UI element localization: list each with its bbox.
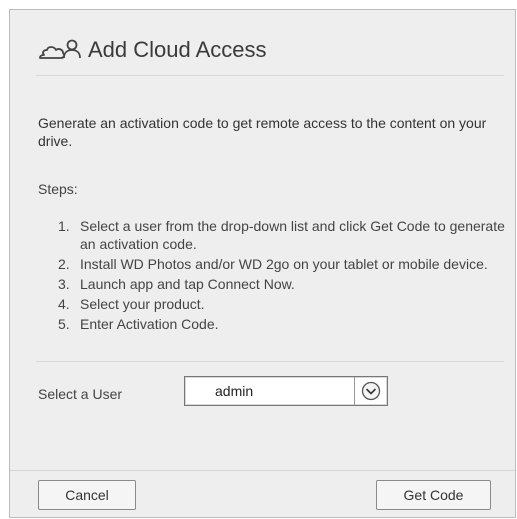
- step-number: 3.: [58, 276, 70, 292]
- steps-list: 1. Select a user from the drop-down list…: [58, 217, 513, 335]
- step-number: 5.: [58, 316, 70, 332]
- dialog-description: Generate an activation code to get remot…: [38, 115, 487, 149]
- step-text: Launch app and tap Connect Now.: [80, 276, 295, 292]
- step-text: Select your product.: [80, 296, 205, 312]
- user-select-dropdown[interactable]: admin: [184, 376, 388, 406]
- step-item: 3. Launch app and tap Connect Now.: [58, 275, 513, 293]
- step-number: 4.: [58, 296, 70, 312]
- steps-label: Steps:: [38, 181, 78, 197]
- select-user-label: Select a User: [38, 386, 123, 402]
- step-item: 2. Install WD Photos and/or WD 2go on yo…: [58, 255, 513, 273]
- add-cloud-access-dialog: Add Cloud Access Generate an activation …: [9, 9, 516, 518]
- step-number: 1.: [58, 218, 70, 234]
- step-text: Install WD Photos and/or WD 2go on your …: [80, 256, 488, 272]
- dialog-title: Add Cloud Access: [88, 37, 267, 62]
- steps-divider: [36, 361, 504, 362]
- step-item: 1. Select a user from the drop-down list…: [58, 217, 513, 253]
- cancel-button[interactable]: Cancel: [38, 480, 136, 510]
- step-text: Enter Activation Code.: [80, 316, 219, 332]
- cloud-user-icon: [39, 39, 81, 59]
- step-text: Select a user from the drop-down list an…: [80, 218, 505, 252]
- step-item: 4. Select your product.: [58, 295, 513, 313]
- step-number: 2.: [58, 256, 70, 272]
- get-code-button[interactable]: Get Code: [376, 480, 491, 510]
- dropdown-toggle[interactable]: [355, 377, 387, 405]
- header-divider: [36, 75, 504, 76]
- dialog-header: Add Cloud Access: [36, 36, 267, 64]
- step-item: 5. Enter Activation Code.: [58, 315, 513, 333]
- footer-divider: [10, 470, 515, 471]
- chevron-down-circle-icon: [361, 381, 381, 401]
- selected-user-value: admin: [215, 383, 254, 399]
